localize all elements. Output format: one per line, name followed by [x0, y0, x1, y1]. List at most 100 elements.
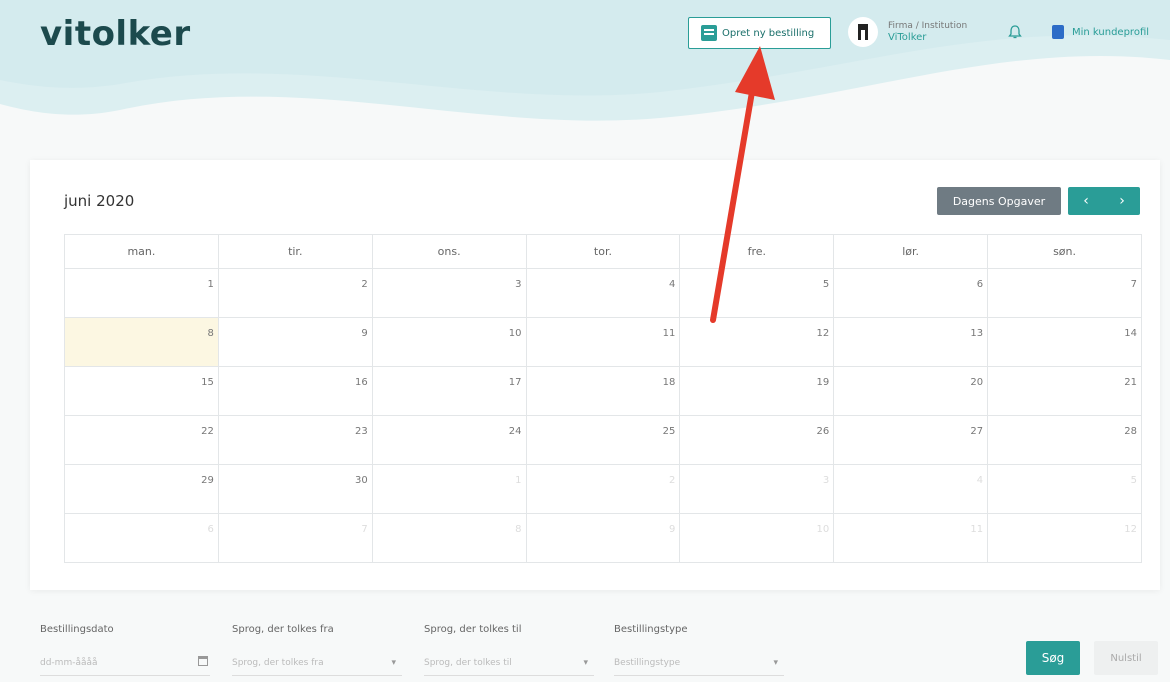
weekday-header: fre. [679, 234, 835, 269]
weekday-header: tor. [525, 234, 681, 269]
calendar-day[interactable]: 25 [525, 415, 681, 465]
calendar-day[interactable]: 18 [525, 366, 681, 416]
calendar-day[interactable]: 6 [833, 268, 989, 318]
date-field[interactable]: dd-mm-åååå [40, 650, 210, 676]
order-type-placeholder: Bestillingstype [614, 657, 681, 668]
calendar-day[interactable]: 17 [371, 366, 527, 416]
day-number: 13 [970, 328, 984, 339]
calendar-day[interactable]: 21 [987, 366, 1142, 416]
calendar-day[interactable]: 12 [679, 317, 835, 367]
calendar-day[interactable]: 14 [987, 317, 1142, 367]
lang-to-select[interactable]: Sprog, der tolkes til ▾ [424, 650, 594, 676]
calendar-day[interactable]: 29 [64, 464, 219, 514]
calendar-day-today[interactable]: 8 [64, 317, 219, 367]
calendar-day[interactable]: 3 [371, 268, 527, 318]
calendar-day[interactable]: 4 [525, 268, 681, 318]
calendar-week-row: 22 23 24 25 26 27 28 [64, 415, 1142, 465]
day-number: 21 [1124, 377, 1137, 388]
day-number: 5 [822, 279, 830, 290]
reset-button[interactable]: Nulstil [1094, 641, 1158, 675]
calendar-day[interactable]: 11 [833, 513, 989, 563]
lang-to-label: Sprog, der tolkes til [424, 624, 522, 635]
day-number: 10 [816, 524, 830, 535]
calendar-day[interactable]: 28 [987, 415, 1142, 465]
next-month-button[interactable]: › [1119, 193, 1125, 209]
calendar-icon[interactable] [198, 656, 208, 666]
calendar-day[interactable]: 3 [679, 464, 835, 514]
weekday-header: lør. [833, 234, 989, 269]
order-icon [701, 25, 717, 41]
weekday-header: tir. [217, 234, 373, 269]
calendar-day[interactable]: 16 [217, 366, 373, 416]
calendar-day[interactable]: 22 [64, 415, 219, 465]
calendar-day[interactable]: 5 [679, 268, 835, 318]
calendar-day[interactable]: 15 [64, 366, 219, 416]
day-number: 1 [515, 475, 522, 486]
day-number: 19 [816, 377, 830, 388]
firm-selector[interactable]: Firma / Institution ViTolker [848, 17, 967, 47]
order-type-select[interactable]: Bestillingstype ▾ [614, 650, 784, 676]
calendar-card: juni 2020 Dagens Opgaver ‹ › man. tir. ons… [30, 160, 1160, 590]
lang-to-placeholder: Sprog, der tolkes til [424, 657, 512, 668]
calendar-day[interactable]: 7 [217, 513, 373, 563]
calendar-day[interactable]: 13 [833, 317, 989, 367]
day-number: 12 [816, 328, 830, 339]
day-number: 11 [970, 524, 984, 535]
calendar-day[interactable]: 27 [833, 415, 989, 465]
calendar-day[interactable]: 19 [679, 366, 835, 416]
day-number: 4 [669, 279, 676, 290]
calendar-day[interactable]: 1 [64, 268, 219, 318]
calendar-day[interactable]: 2 [217, 268, 373, 318]
calendar-day[interactable]: 11 [525, 317, 681, 367]
calendar-day[interactable]: 7 [987, 268, 1142, 318]
calendar-day[interactable]: 2 [525, 464, 681, 514]
calendar-day[interactable]: 10 [679, 513, 835, 563]
day-number: 17 [508, 377, 522, 388]
calendar-week-row: 15 16 17 18 19 20 21 [64, 366, 1142, 416]
calendar-grid: man. tir. ons. tor. fre. lør. søn. 1 2 3 4 5 6 7 8 9 10… [64, 234, 1142, 563]
calendar-day[interactable]: 5 [987, 464, 1142, 514]
day-number: 2 [669, 475, 676, 486]
day-number: 8 [515, 524, 522, 535]
calendar-day[interactable]: 23 [217, 415, 373, 465]
calendar-day[interactable]: 1 [371, 464, 527, 514]
lang-from-select[interactable]: Sprog, der tolkes fra ▾ [232, 650, 402, 676]
calendar-day[interactable]: 20 [833, 366, 989, 416]
chevron-down-icon: ▾ [583, 658, 588, 668]
chevron-down-icon: ▾ [773, 658, 778, 668]
search-button[interactable]: Søg [1026, 641, 1080, 675]
calendar-day[interactable]: 24 [371, 415, 527, 465]
calendar-day[interactable]: 10 [371, 317, 527, 367]
calendar-day[interactable]: 9 [217, 317, 373, 367]
prev-month-button[interactable]: ‹ [1083, 193, 1089, 209]
day-number: 12 [1124, 524, 1137, 535]
calendar-day[interactable]: 6 [64, 513, 219, 563]
day-number: 18 [662, 377, 676, 388]
day-number: 27 [970, 426, 984, 437]
todays-tasks-button[interactable]: Dagens Opgaver [937, 187, 1061, 215]
day-number: 14 [1124, 328, 1137, 339]
calendar-day[interactable]: 4 [833, 464, 989, 514]
firm-name: ViTolker [888, 31, 927, 43]
calendar-day[interactable]: 26 [679, 415, 835, 465]
day-number: 30 [354, 475, 368, 486]
customer-profile-link[interactable]: Min kundeprofil [1052, 25, 1149, 39]
calendar-day[interactable]: 30 [217, 464, 373, 514]
month-nav: ‹ › [1068, 187, 1140, 215]
calendar-day[interactable]: 9 [525, 513, 681, 563]
day-number: 28 [1124, 426, 1137, 437]
calendar-day[interactable]: 12 [987, 513, 1142, 563]
app-page: vitolker Opret ny bestilling Firma / Ins… [0, 0, 1170, 682]
day-number: 7 [361, 524, 368, 535]
day-number: 24 [508, 426, 522, 437]
calendar-week-row: 1 2 3 4 5 6 7 [64, 268, 1142, 318]
create-order-button[interactable]: Opret ny bestilling [688, 17, 831, 49]
order-type-label: Bestillingstype [614, 624, 688, 635]
calendar-day[interactable]: 8 [371, 513, 527, 563]
bell-icon[interactable] [1007, 24, 1023, 40]
date-filter-label: Bestillingsdato [40, 624, 114, 635]
day-number: 2 [361, 279, 368, 290]
vitolker-logo[interactable]: vitolker [40, 14, 191, 54]
day-number: 20 [970, 377, 984, 388]
profile-label: Min kundeprofil [1072, 26, 1150, 38]
